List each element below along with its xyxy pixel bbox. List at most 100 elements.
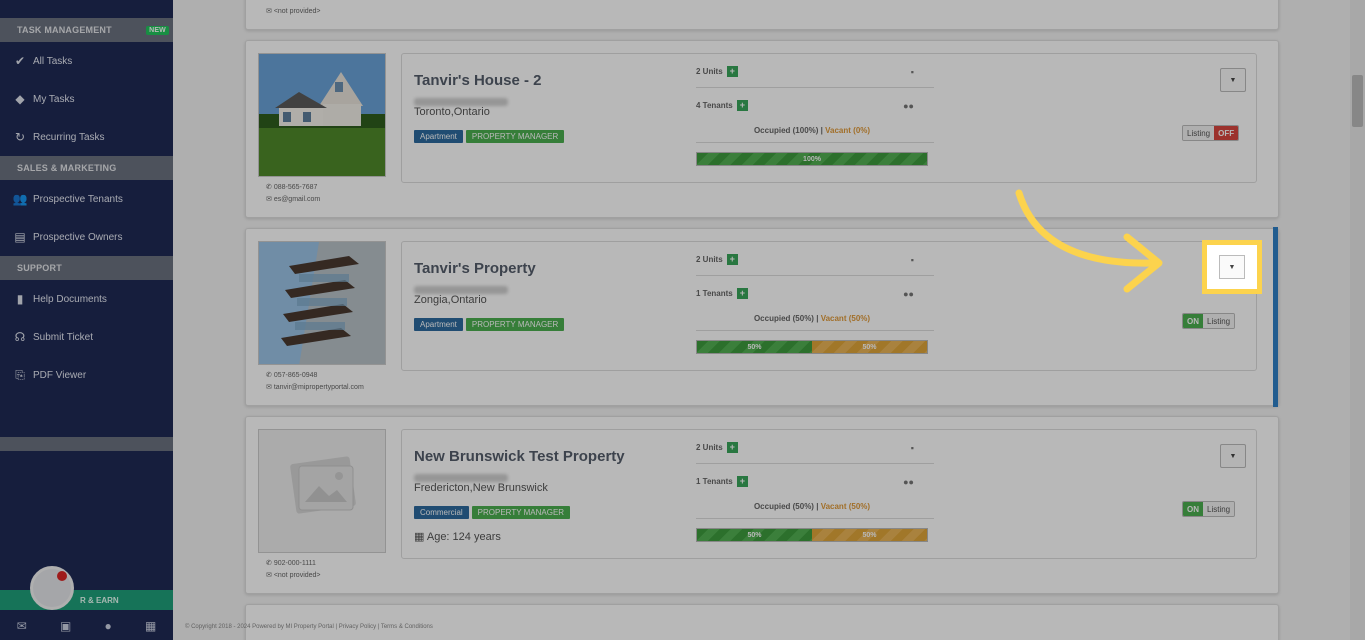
check-icon: ✔ — [14, 54, 26, 68]
caret-down-icon: ▼ — [1228, 263, 1236, 271]
tenants-stat: 4 Tenants + ●● — [696, 100, 932, 111]
avatar[interactable] — [30, 566, 74, 610]
contact-phone: ✆ 088-565-7687 — [266, 184, 318, 191]
caret-down-icon: ▼ — [1229, 76, 1237, 84]
age-text: Age: 124 years — [426, 531, 501, 543]
property-name-link[interactable]: Tanvir's House - 2 — [414, 72, 542, 89]
divider — [696, 142, 934, 143]
property-city: Fredericton,New Brunswick — [414, 482, 548, 494]
highlighted-dropdown-button[interactable]: ▼ — [1202, 240, 1262, 294]
property-photo-house[interactable] — [258, 53, 386, 177]
section-sales-marketing: SALES & MARKETING — [0, 156, 173, 180]
sidebar-item-all-tasks[interactable]: ✔ All Tasks — [0, 42, 173, 80]
actions-dropdown-button[interactable]: ▼ — [1220, 68, 1246, 92]
refer-label: R & EARN — [80, 595, 119, 605]
calendar-icon: ▦ — [414, 531, 425, 543]
user-icon[interactable]: ● — [105, 619, 112, 633]
actions-dropdown-button[interactable]: ▼ — [1220, 444, 1246, 468]
sidebar-divider — [0, 437, 173, 451]
sidebar-item-label: My Tasks — [33, 93, 75, 105]
add-tenant-button[interactable]: + — [736, 476, 749, 487]
listing-toggle[interactable]: Listing OFF — [1182, 125, 1240, 141]
email-text: es@gmail.com — [273, 196, 321, 203]
scrollbar[interactable] — [1350, 0, 1365, 640]
add-unit-button[interactable]: + — [726, 442, 738, 453]
sidebar-item-recurring-tasks[interactable]: ↻ Recurring Tasks — [0, 118, 173, 156]
briefcase-icon[interactable]: ▣ — [60, 619, 71, 633]
scrollbar-thumb[interactable] — [1352, 75, 1363, 127]
mail-icon[interactable]: ✉ — [17, 619, 27, 633]
calculator-icon[interactable]: ▦ — [145, 619, 156, 633]
building-icon: ▪ — [910, 442, 914, 453]
contact-email: ✉ es@gmail.com — [266, 196, 321, 203]
type-tag: Apartment — [414, 130, 463, 143]
units-count: 2 Units — [696, 67, 723, 76]
sidebar-item-submit-ticket[interactable]: ☊ Submit Ticket — [0, 318, 173, 356]
email-text: <not provided> — [273, 572, 321, 579]
occupied-text: Occupied (50%) — [753, 502, 814, 511]
listing-toggle[interactable]: ON Listing — [1182, 313, 1236, 329]
occupancy-bar-segment: 50% — [697, 341, 812, 353]
property-photo-building[interactable] — [258, 241, 386, 365]
refer-earn-button[interactable]: R & EARN — [0, 590, 173, 610]
section-task-management: TASK MANAGEMENT NEW — [0, 18, 173, 42]
divider — [696, 463, 934, 464]
selected-accent — [1273, 227, 1278, 407]
sidebar: TASK MANAGEMENT NEW ✔ All Tasks ◆ My Tasks… — [0, 0, 173, 640]
listing-state: OFF — [1214, 126, 1239, 140]
vacant-text: Vacant (0%) — [825, 126, 871, 135]
sidebar-bottom-toolbar: ✉ ▣ ● ▦ — [0, 612, 173, 640]
occupied-text: Occupied (50%) — [753, 314, 814, 323]
add-tenant-button[interactable]: + — [736, 100, 749, 111]
occupancy-bar: 50% 50% — [696, 528, 928, 542]
units-stat: 2 Units + ▪ — [696, 66, 932, 77]
listing-toggle[interactable]: ON Listing — [1182, 501, 1236, 517]
sidebar-item-label: Recurring Tasks — [33, 131, 105, 143]
add-tenant-button[interactable]: + — [736, 288, 749, 299]
tenants-count: 1 Tenants — [696, 289, 733, 298]
occupancy-text: Occupied (50%) | Vacant (50%) — [696, 502, 928, 511]
property-card-previous: ✉ <not provided> — [245, 0, 1279, 30]
main-content: ✉ <not provided> ✆ 088-565-7687 ✉ es@gma… — [173, 0, 1365, 640]
type-tag: Apartment — [414, 318, 463, 331]
property-tags: Apartment PROPERTY MANAGER — [414, 130, 565, 143]
occupancy-bar-segment: 50% — [812, 341, 927, 353]
tutorial-arrow-icon — [1015, 189, 1163, 293]
occupancy-bar-segment: 100% — [697, 153, 927, 165]
vacant-text: Vacant (50%) — [820, 314, 871, 323]
sidebar-item-help-documents[interactable]: ▮ Help Documents — [0, 280, 173, 318]
occupancy-bar: 100% — [696, 152, 928, 166]
property-tags: Apartment PROPERTY MANAGER — [414, 318, 565, 331]
sidebar-top-spacer — [0, 0, 173, 18]
email-text: tanvir@mipropertyportal.com — [273, 384, 364, 391]
divider — [696, 330, 934, 331]
address-blurred — [414, 474, 508, 482]
sidebar-item-my-tasks[interactable]: ◆ My Tasks — [0, 80, 173, 118]
section-title: TASK MANAGEMENT — [17, 25, 112, 35]
phone-text: 088-565-7687 — [273, 184, 318, 191]
divider — [696, 518, 934, 519]
add-unit-button[interactable]: + — [726, 254, 738, 265]
section-title: SUPPORT — [17, 263, 62, 273]
sidebar-item-prospective-tenants[interactable]: 👥 Prospective Tenants — [0, 180, 173, 218]
sidebar-item-label: Submit Ticket — [33, 331, 94, 343]
actions-dropdown-button[interactable]: ▼ — [1219, 255, 1245, 279]
property-info-panel: New Brunswick Test Property Fredericton,… — [401, 429, 1257, 559]
property-name-link[interactable]: New Brunswick Test Property — [414, 448, 625, 465]
property-city: Toronto,Ontario — [414, 106, 490, 118]
sidebar-item-pdf-viewer[interactable]: ⎘ PDF Viewer — [0, 356, 173, 394]
separator: | — [816, 314, 819, 323]
add-unit-button[interactable]: + — [726, 66, 738, 77]
occupancy-bar-segment: 50% — [697, 529, 812, 541]
property-name-link[interactable]: Tanvir's Property — [414, 260, 536, 277]
building-icon: ▪ — [910, 66, 914, 77]
occupancy-bar-segment: 50% — [812, 529, 927, 541]
property-tags: Commercial PROPERTY MANAGER — [414, 506, 571, 519]
address-blurred — [414, 286, 508, 294]
property-card-next — [245, 604, 1279, 640]
users-icon: ●● — [903, 100, 914, 111]
sidebar-item-prospective-owners[interactable]: ▤ Prospective Owners — [0, 218, 173, 256]
type-tag: Commercial — [414, 506, 469, 519]
property-photo-placeholder[interactable] — [258, 429, 386, 553]
id-card-icon: ▤ — [14, 230, 26, 244]
